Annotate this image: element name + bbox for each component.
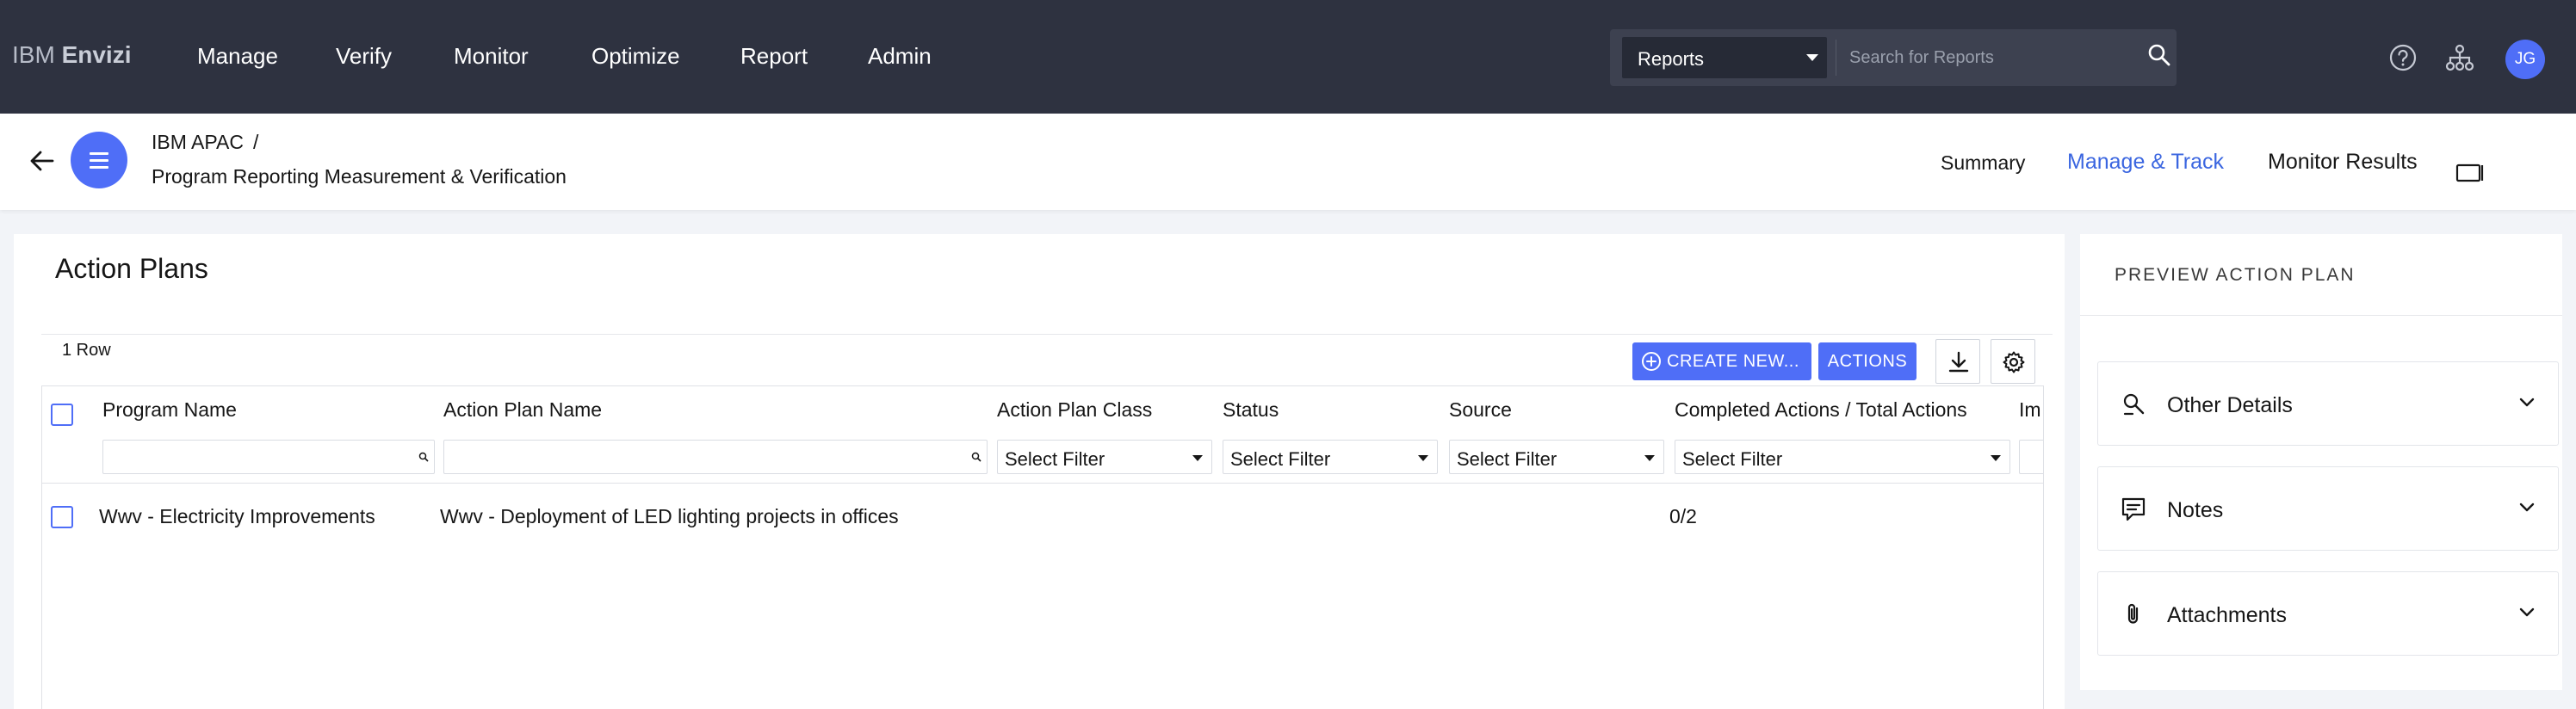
accordion-label: Notes — [2167, 498, 2224, 522]
accordion-label: Other Details — [2167, 393, 2293, 417]
caret-down-icon — [1192, 455, 1203, 461]
cell-completed-actions: 0/2 — [1669, 505, 1697, 527]
action-plans-card: Action Plans 1 Row CREATE NEW... ACTIONS… — [14, 234, 2065, 709]
filter-placeholder: Select Filter — [1005, 448, 1105, 470]
completed-actions-filter-select[interactable]: Select Filter — [1675, 440, 2010, 474]
search-scope-select[interactable]: Reports — [1622, 37, 1827, 78]
accordion-attachments[interactable]: Attachments — [2097, 571, 2559, 656]
action-plan-name-filter-input[interactable] — [443, 440, 988, 474]
menu-button[interactable] — [71, 132, 127, 188]
cell-action-plan-name[interactable]: Wwv - Deployment of LED lighting project… — [440, 505, 899, 528]
preview-panel: PREVIEW ACTION PLAN Other Details Notes … — [2080, 234, 2562, 690]
accordion-label: Attachments — [2167, 603, 2287, 627]
page-header: IBM APAC / Program Reporting Measurement… — [0, 114, 2576, 210]
nav-monitor[interactable]: Monitor — [454, 43, 529, 70]
gear-icon — [2003, 351, 2025, 373]
brand-logo[interactable]: IBM Envizi — [12, 41, 131, 69]
actions-button[interactable]: ACTIONS — [1818, 342, 1917, 380]
search-input[interactable] — [1849, 40, 2125, 76]
nav-manage[interactable]: Manage — [197, 43, 278, 70]
user-avatar[interactable]: JG — [2505, 40, 2545, 79]
accordion-notes[interactable]: Notes — [2097, 466, 2559, 551]
hamburger-line — [90, 159, 108, 162]
caret-down-icon — [1644, 455, 1655, 461]
status-filter-select[interactable]: Select Filter — [1223, 440, 1438, 474]
divider — [41, 334, 2053, 335]
top-nav: IBM Envizi Manage Verify Monitor Optimiz… — [0, 0, 2576, 114]
comment-icon — [2121, 496, 2146, 527]
add-circle-icon — [1641, 351, 1662, 377]
cell-program-name[interactable]: Wwv - Electricity Improvements — [99, 505, 375, 528]
breadcrumb-separator: / — [253, 131, 259, 153]
page-title: Program Reporting Measurement & Verifica… — [152, 165, 567, 188]
chevron-down-icon — [2518, 397, 2536, 413]
column-header-program-name[interactable]: Program Name — [102, 398, 237, 422]
preview-title: PREVIEW ACTION PLAN — [2115, 265, 2356, 285]
breadcrumb-root[interactable]: IBM APAC — [152, 131, 244, 154]
download-button[interactable] — [1935, 339, 1980, 384]
org-hierarchy-icon[interactable] — [2445, 43, 2474, 77]
chevron-down-icon — [2518, 502, 2536, 518]
brand-prefix: IBM — [12, 41, 55, 68]
filter-placeholder: Select Filter — [1230, 448, 1331, 470]
divider — [2080, 315, 2562, 316]
row-checkbox[interactable] — [51, 506, 73, 528]
action-plan-class-filter-select[interactable]: Select Filter — [997, 440, 1212, 474]
row-count: 1 Row — [62, 341, 111, 360]
side-panel-toggle-icon[interactable] — [2455, 162, 2485, 188]
column-header-action-plan-class[interactable]: Action Plan Class — [997, 398, 1152, 422]
filter-placeholder: Select Filter — [1457, 448, 1557, 470]
tab-manage-track[interactable]: Manage & Track — [2067, 150, 2224, 175]
hamburger-line — [90, 152, 108, 155]
nav-optimize[interactable]: Optimize — [591, 43, 680, 70]
back-arrow-icon[interactable] — [28, 146, 57, 180]
create-new-button[interactable]: CREATE NEW... — [1632, 342, 1811, 380]
caret-down-icon — [1418, 455, 1428, 461]
nav-verify[interactable]: Verify — [336, 43, 392, 70]
action-plans-table: Program Name Action Plan Name Action Pla… — [41, 385, 2044, 709]
column-header-source[interactable]: Source — [1449, 398, 1512, 422]
source-filter-select[interactable]: Select Filter — [1449, 440, 1664, 474]
filter-placeholder: Select Filter — [1682, 448, 1783, 470]
tab-summary[interactable]: Summary — [1941, 151, 2025, 175]
settings-button[interactable] — [1991, 339, 2035, 384]
program-name-filter-input[interactable] — [102, 440, 435, 474]
column-header-completed-actions[interactable]: Completed Actions / Total Actions — [1675, 398, 1967, 422]
hamburger-line — [90, 166, 108, 169]
search-icon — [418, 452, 429, 462]
search-scope-value: Reports — [1638, 48, 1705, 70]
download-icon — [1948, 351, 1969, 373]
caret-down-icon — [1991, 455, 2001, 461]
caret-down-icon — [1806, 54, 1818, 61]
card-title: Action Plans — [55, 253, 208, 284]
chevron-down-icon — [2518, 607, 2536, 623]
search-icon — [971, 452, 981, 462]
column-header-status[interactable]: Status — [1223, 398, 1279, 422]
search-icon[interactable] — [2147, 43, 2171, 71]
column-header-action-plan-name[interactable]: Action Plan Name — [443, 398, 602, 422]
tab-monitor-results[interactable]: Monitor Results — [2268, 150, 2418, 175]
create-new-label: CREATE NEW... — [1667, 352, 1799, 371]
paperclip-icon — [2121, 601, 2146, 632]
nav-report[interactable]: Report — [740, 43, 808, 70]
truncated-filter-select[interactable] — [2019, 440, 2043, 474]
magnify-details-icon — [2121, 391, 2146, 422]
header-divider — [42, 483, 2043, 484]
global-search: Reports — [1610, 29, 2177, 86]
nav-admin[interactable]: Admin — [868, 43, 932, 70]
select-all-checkbox[interactable] — [51, 404, 73, 426]
help-icon[interactable] — [2388, 43, 2418, 77]
accordion-other-details[interactable]: Other Details — [2097, 361, 2559, 446]
brand-name: Envizi — [61, 41, 132, 68]
column-header-truncated[interactable]: Im — [2019, 398, 2041, 422]
